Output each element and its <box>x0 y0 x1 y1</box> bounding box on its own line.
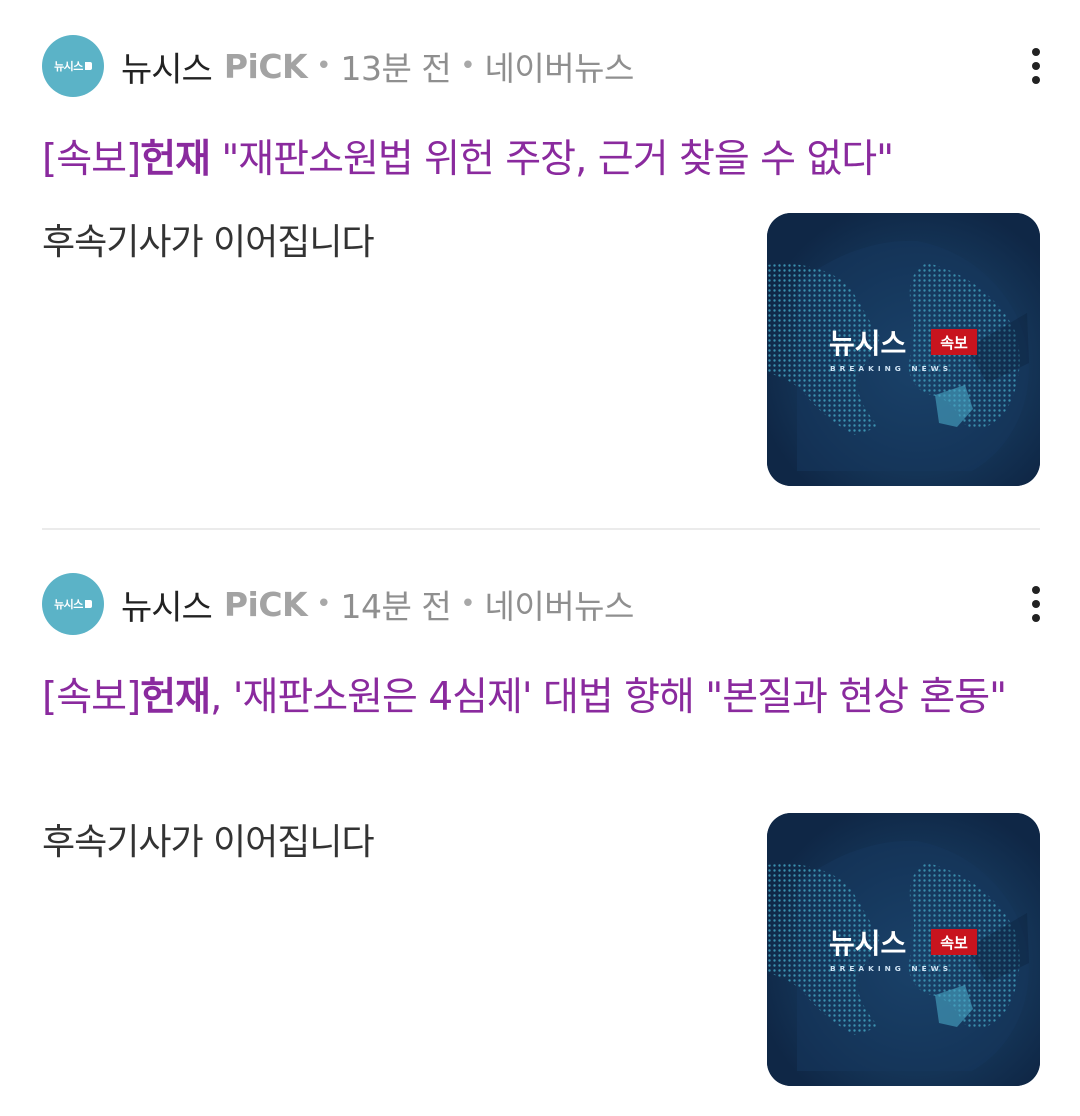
svg-text:BREAKING NEWS: BREAKING NEWS <box>830 964 952 973</box>
press-logo-text: 뉴시스 <box>54 598 83 611</box>
source-name: 네이버뉴스 <box>484 49 635 88</box>
press-name[interactable]: 뉴시스 <box>121 580 213 629</box>
headline-prefix: [속보] <box>42 137 141 182</box>
headline-prefix: [속보] <box>42 675 141 720</box>
headline-link[interactable]: [속보]헌재 "재판소원법 위헌 주장, 근거 찾을 수 없다" <box>42 128 1032 192</box>
headline-text: "재판소원법 위헌 주장, 근거 찾을 수 없다" <box>209 137 894 182</box>
timestamp: 13분 전 <box>340 49 452 88</box>
headline-link[interactable]: [속보]헌재, '재판소원은 4심제' 대법 향해 "본질과 현상 혼동" <box>42 666 1032 730</box>
separator-dot: • <box>316 51 332 81</box>
article-summary: 후속기사가 이어집니다 <box>42 222 375 263</box>
timestamp: 14분 전 <box>340 587 452 626</box>
news-card: 뉴시스 뉴시스 PiCK • 13분 전 • 네이버뉴스 [속보]헌재 "재판소… <box>0 0 1080 528</box>
article-thumbnail[interactable]: 뉴시스 속보 BREAKING NEWS <box>767 813 1040 1086</box>
pick-badge: PiCK <box>223 584 308 624</box>
press-logo-text: 뉴시스 <box>54 60 83 73</box>
separator-dot: • <box>316 589 332 619</box>
separator-dot: • <box>460 589 476 619</box>
svg-text:BREAKING NEWS: BREAKING NEWS <box>830 364 952 373</box>
pick-badge: PiCK <box>223 46 308 86</box>
card-meta: 뉴시스 뉴시스 PiCK • 13분 전 • 네이버뉴스 <box>42 34 634 98</box>
separator-dot: • <box>460 51 476 81</box>
article-summary: 후속기사가 이어집니다 <box>42 822 375 863</box>
news-card: 뉴시스 뉴시스 PiCK • 14분 전 • 네이버뉴스 [속보]헌재, '재판… <box>0 530 1080 1116</box>
press-logo-mark: 뉴시스 <box>54 58 92 74</box>
svg-text:속보: 속보 <box>940 934 968 952</box>
more-vertical-icon[interactable] <box>1030 48 1042 84</box>
news-feed: 뉴시스 뉴시스 PiCK • 13분 전 • 네이버뉴스 [속보]헌재 "재판소… <box>0 0 1080 1116</box>
svg-text:뉴시스: 뉴시스 <box>829 927 906 960</box>
article-thumbnail[interactable]: 뉴시스 속보 BREAKING NEWS <box>767 213 1040 486</box>
headline-text: , '재판소원은 4심제' 대법 향해 "본질과 현상 혼동" <box>209 675 1007 720</box>
svg-text:뉴시스: 뉴시스 <box>829 327 906 360</box>
press-logo-icon[interactable]: 뉴시스 <box>42 573 104 635</box>
card-meta: 뉴시스 뉴시스 PiCK • 14분 전 • 네이버뉴스 <box>42 572 634 636</box>
svg-text:속보: 속보 <box>940 334 968 352</box>
press-logo-icon[interactable]: 뉴시스 <box>42 35 104 97</box>
headline-keyword: 헌재 <box>140 675 211 720</box>
source-name: 네이버뉴스 <box>484 587 635 626</box>
more-vertical-icon[interactable] <box>1030 586 1042 622</box>
press-name[interactable]: 뉴시스 <box>121 42 213 91</box>
headline-keyword: 헌재 <box>140 137 211 182</box>
press-logo-mark: 뉴시스 <box>54 596 92 612</box>
